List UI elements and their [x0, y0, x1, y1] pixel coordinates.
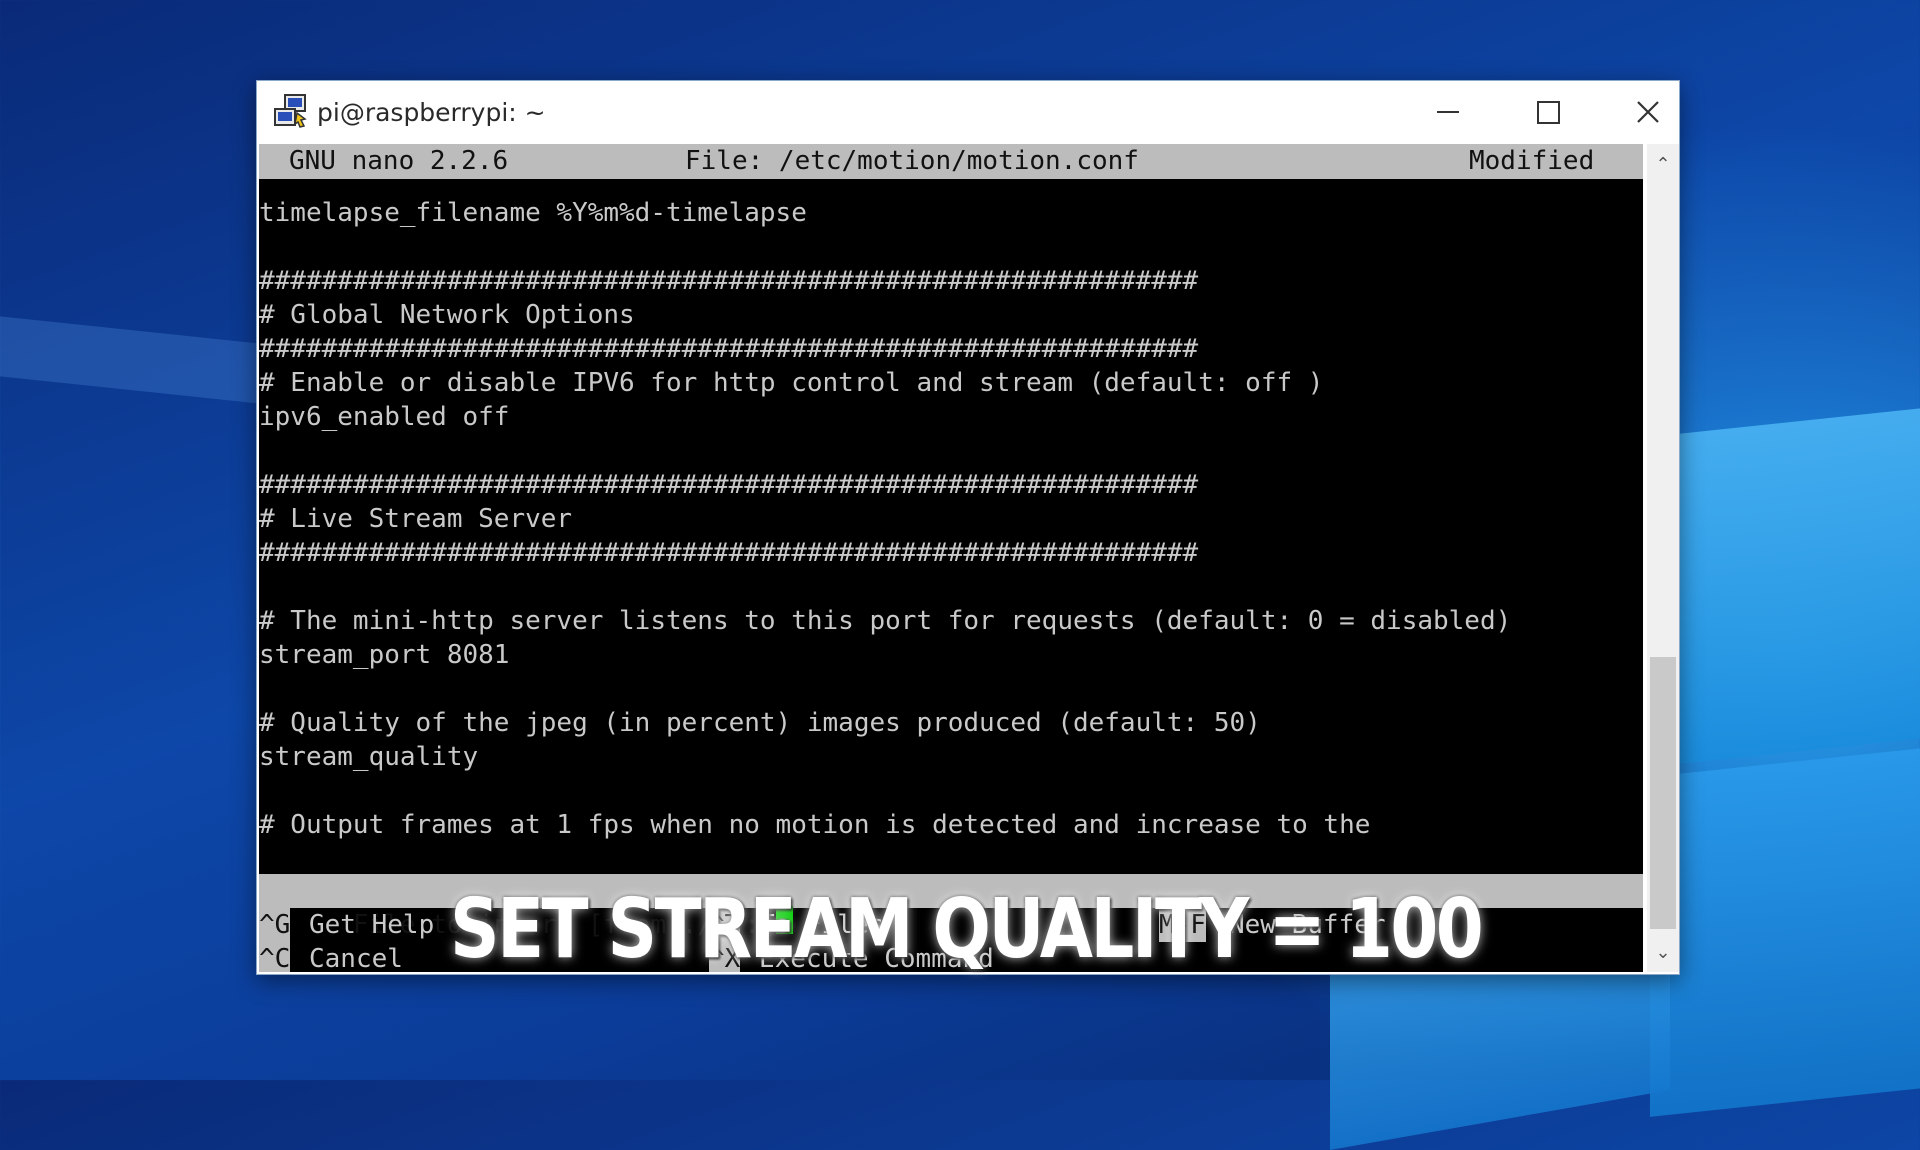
shortcut-label-cancel[interactable]: Cancel: [309, 942, 403, 972]
editor-line: ipv6_enabled off: [259, 402, 510, 432]
editor-line: # Global Network Options: [259, 300, 635, 330]
editor-line: stream_quality: [259, 742, 479, 772]
editor-line: ########################################…: [259, 266, 1199, 296]
minimize-button[interactable]: [1400, 89, 1496, 135]
nano-file-name: File: /etc/motion/motion.conf: [685, 146, 1139, 176]
close-icon: [1637, 101, 1659, 123]
shortcut-key-cancel[interactable]: ^C: [259, 942, 291, 972]
editor-line: # Output frames at 1 fps when no motion …: [259, 810, 1371, 840]
window-title: pi@raspberrypi: ~: [317, 98, 546, 127]
editor-line: # Quality of the jpeg (in percent) image…: [259, 708, 1261, 738]
editor-line: stream_port 8081: [259, 640, 510, 670]
vertical-scrollbar[interactable]: ⌃ ⌄: [1647, 144, 1679, 972]
editor-line: ########################################…: [259, 538, 1199, 568]
editor-line: timelapse_filename %Y%m%d-timelapse: [259, 198, 807, 228]
shortcut-label-get-help[interactable]: Get Help: [309, 908, 434, 942]
editor-line: # The mini-http server listens to this p…: [259, 606, 1512, 636]
editor-line: # Live Stream Server: [259, 504, 573, 534]
terminal-screen[interactable]: GNU nano 2.2.6 File: /etc/motion/motion.…: [259, 144, 1643, 972]
video-caption-overlay: SET STREAM QUALITY = 100: [450, 882, 1484, 977]
putty-icon: [274, 94, 307, 128]
editor-line: # Enable or disable IPV6 for http contro…: [259, 368, 1324, 398]
scroll-up-arrow-icon[interactable]: ⌃: [1647, 144, 1679, 184]
nano-version: GNU nano 2.2.6: [289, 146, 509, 176]
scrollbar-thumb[interactable]: [1650, 657, 1676, 929]
title-bar[interactable]: pi@raspberrypi: ~: [257, 81, 1679, 144]
putty-window: pi@raspberrypi: ~ GNU nano 2.2.6 File: /…: [256, 80, 1680, 975]
nano-status: Modified: [1469, 146, 1595, 176]
nano-header-bar: GNU nano 2.2.6 File: /etc/motion/motion.…: [259, 144, 1643, 179]
editor-line: ########################################…: [259, 334, 1199, 364]
desktop-light-beam: [1650, 743, 1920, 1117]
desktop-light-beam: [0, 316, 260, 404]
scroll-down-arrow-icon[interactable]: ⌄: [1647, 932, 1679, 972]
maximize-button[interactable]: [1500, 89, 1596, 135]
minimize-icon: [1437, 111, 1459, 113]
maximize-icon: [1536, 100, 1560, 124]
desktop-light-beam: [1650, 403, 1920, 767]
shortcut-key-get-help[interactable]: ^G: [259, 908, 291, 942]
close-button[interactable]: [1600, 89, 1696, 135]
editor-line: ########################################…: [259, 470, 1199, 500]
